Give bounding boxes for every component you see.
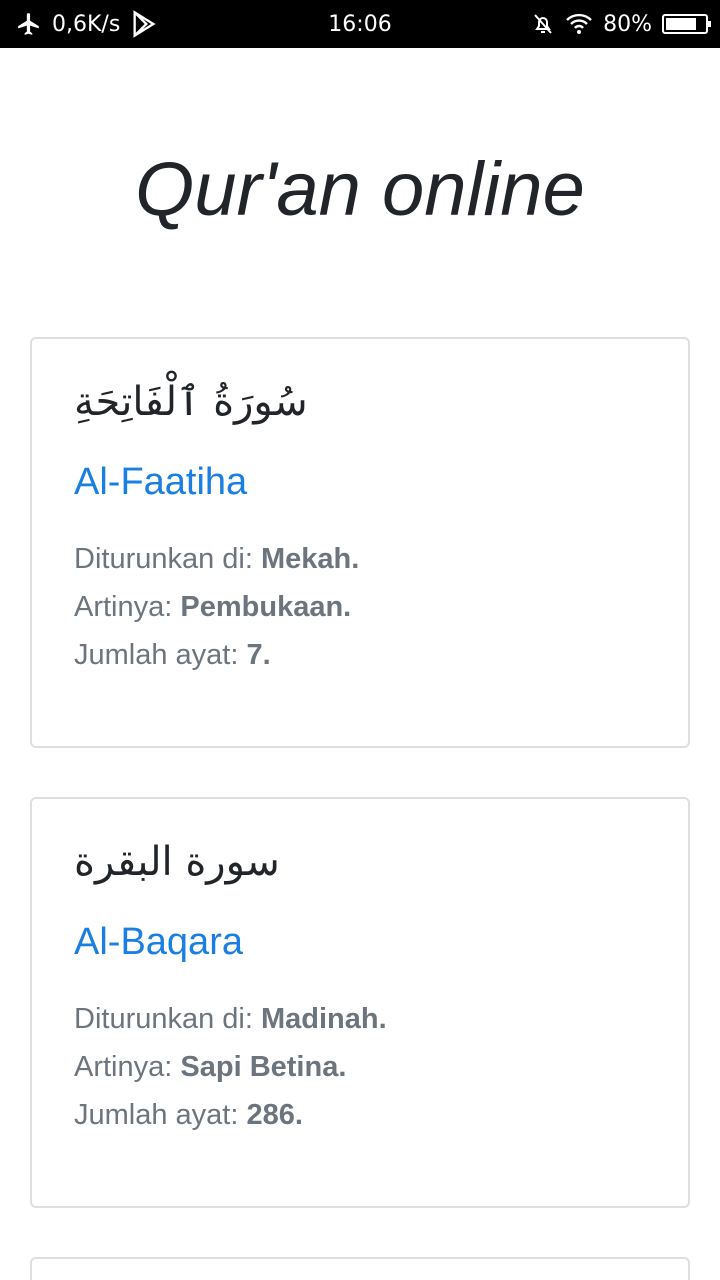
verses-value: 7. [246,639,271,671]
meaning-value: Pembukaan. [180,591,352,623]
surah-arabic-name: سورة البقرة [74,839,280,885]
play-store-icon [130,10,158,38]
revealed-row: Diturunkan di: Madinah. [74,995,387,1043]
surah-link-al-baqara[interactable]: Al-Baqara [74,921,243,964]
surah-link-al-faatiha[interactable]: Al-Faatiha [74,461,247,504]
verses-row: Jumlah ayat: 286. [74,1091,387,1139]
meaning-label: Artinya: [74,591,173,623]
airplane-icon [16,11,42,37]
surah-info: Diturunkan di: Madinah. Artinya: Sapi Be… [74,995,387,1139]
verses-label: Jumlah ayat: [74,639,239,671]
surah-info: Diturunkan di: Mekah. Artinya: Pembukaan… [74,535,359,679]
revealed-label: Diturunkan di: [74,1003,253,1035]
meaning-label: Artinya: [74,1051,173,1083]
battery-level [666,18,697,30]
status-bar: 0,6K/s 16:06 80% [0,0,720,48]
surah-card-partial [30,1257,690,1280]
surah-card-al-baqara: سورة البقرة Al-Baqara Diturunkan di: Mad… [30,797,690,1208]
battery-icon [662,14,711,34]
verses-value: 286. [246,1099,303,1131]
meaning-row: Artinya: Sapi Betina. [74,1043,387,1091]
surah-card-al-faatiha: سُورَةُ ٱلْفَاتِحَةِ Al-Faatiha Diturunk… [30,337,690,748]
verses-row: Jumlah ayat: 7. [74,631,359,679]
network-speed: 0,6K/s [52,11,121,37]
battery-percent: 80% [603,11,652,37]
revealed-value: Madinah. [261,1003,387,1035]
page-title: Qur'an online [135,147,585,232]
revealed-row: Diturunkan di: Mekah. [74,535,359,583]
wifi-icon [565,12,593,36]
mute-icon [531,12,555,36]
verses-label: Jumlah ayat: [74,1099,239,1131]
surah-arabic-name: سُورَةُ ٱلْفَاتِحَةِ [74,379,308,425]
meaning-row: Artinya: Pembukaan. [74,583,359,631]
meaning-value: Sapi Betina. [180,1051,347,1083]
revealed-value: Mekah. [261,543,360,575]
clock: 16:06 [328,11,392,37]
revealed-label: Diturunkan di: [74,543,253,575]
